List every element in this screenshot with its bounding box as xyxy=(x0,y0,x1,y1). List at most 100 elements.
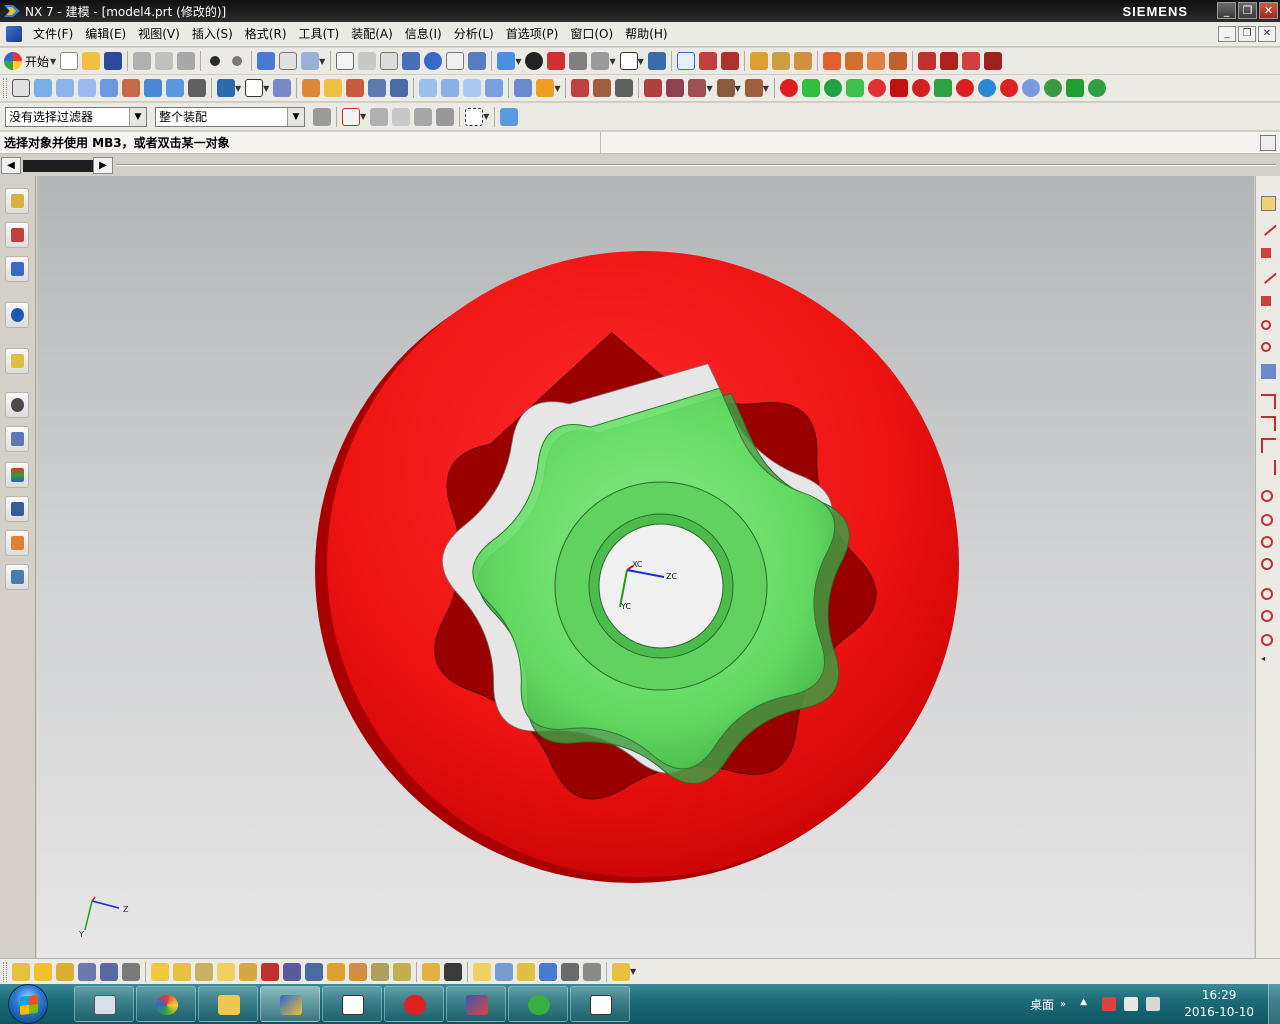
tab-scroll-right-icon[interactable]: ▶ xyxy=(93,157,113,174)
menu-analysis[interactable]: 分析(L) xyxy=(448,22,500,47)
model-canvas[interactable]: XC ZC YC Z Y xyxy=(37,176,1254,958)
chevron-down-icon[interactable]: ▼ xyxy=(735,84,741,93)
green-target-icon[interactable] xyxy=(1087,79,1106,97)
copy-icon[interactable] xyxy=(155,52,174,70)
sketch-task-icon[interactable] xyxy=(1261,196,1276,211)
menu-edit[interactable]: 编辑(E) xyxy=(79,22,132,47)
zoom-icon[interactable] xyxy=(358,52,377,70)
doc-close-button[interactable]: ✕ xyxy=(1258,26,1276,42)
taskbar-paint[interactable] xyxy=(136,986,196,1022)
sew-icon[interactable] xyxy=(485,79,504,97)
offset-curve-icon[interactable] xyxy=(716,79,735,97)
angle-icon[interactable] xyxy=(771,52,790,70)
chevron-down-icon[interactable]: ▼ xyxy=(263,84,269,93)
sequence-playback-icon[interactable] xyxy=(583,962,601,981)
edge-blend-icon[interactable] xyxy=(302,79,321,97)
product-outline-icon[interactable] xyxy=(495,962,513,981)
taskbar-explorer[interactable] xyxy=(198,986,258,1022)
zone-icon[interactable] xyxy=(517,962,535,981)
show-desktop-button[interactable] xyxy=(1268,984,1280,1024)
cut-icon[interactable] xyxy=(133,52,152,70)
chamfer-icon[interactable] xyxy=(324,79,343,97)
red-green-icon[interactable] xyxy=(999,79,1018,97)
mirror-icon[interactable] xyxy=(390,79,409,97)
minimize-button[interactable]: _ xyxy=(1217,2,1236,19)
shell-icon[interactable] xyxy=(346,79,365,97)
ellipse-icon[interactable] xyxy=(1261,588,1273,600)
extrude-icon[interactable] xyxy=(34,79,52,97)
wireframe-icon[interactable] xyxy=(569,52,588,70)
remember-constraints-icon[interactable] xyxy=(217,962,235,981)
deselect-icon[interactable] xyxy=(370,107,389,126)
project-curve-icon[interactable] xyxy=(644,79,663,97)
toolbar-grip[interactable] xyxy=(3,78,7,98)
desktop-toolbar-label[interactable]: 桌面 xyxy=(1030,996,1054,1013)
pocket-icon[interactable] xyxy=(144,79,162,97)
taskbar-nx[interactable] xyxy=(260,986,320,1022)
more-tools-icon[interactable]: ◂ xyxy=(1261,654,1276,669)
revolve-icon[interactable] xyxy=(56,79,74,97)
join-curve-icon[interactable] xyxy=(744,79,763,97)
orient-view-icon[interactable] xyxy=(497,52,516,70)
split-icon[interactable] xyxy=(961,52,980,70)
tangent-circle-icon[interactable] xyxy=(1261,342,1271,352)
network-icon[interactable] xyxy=(1124,997,1139,1011)
green-star-icon[interactable] xyxy=(1043,79,1062,97)
doc-minimize-button[interactable]: _ xyxy=(1218,26,1236,42)
check-clearance-icon[interactable] xyxy=(283,962,301,981)
trim-corner-icon[interactable] xyxy=(1261,438,1276,453)
select-bodies-icon[interactable] xyxy=(436,107,455,126)
assembly-navigator-button[interactable] xyxy=(5,188,29,214)
helix-icon[interactable] xyxy=(1261,634,1273,646)
point-circle-icon[interactable] xyxy=(1261,490,1273,502)
box-icon[interactable] xyxy=(822,52,841,70)
through-curves-icon[interactable] xyxy=(441,79,460,97)
chevron-down-icon[interactable]: ▼ xyxy=(630,967,636,976)
sphere-icon[interactable] xyxy=(888,52,907,70)
intersect-curve-icon[interactable] xyxy=(666,79,685,97)
deformable-icon[interactable] xyxy=(393,962,411,981)
constraint-navigator-button[interactable] xyxy=(5,222,29,248)
boss-icon[interactable] xyxy=(122,79,140,97)
menu-tools[interactable]: 工具(T) xyxy=(293,22,346,47)
parallel-line-icon[interactable] xyxy=(1260,268,1277,284)
taskbar-ggg[interactable] xyxy=(322,986,382,1022)
radius-circle-icon[interactable] xyxy=(1261,536,1273,548)
extend-icon[interactable] xyxy=(939,52,958,70)
diameter-circle-icon[interactable] xyxy=(1261,558,1273,570)
undo-icon[interactable] xyxy=(210,56,221,66)
menu-format[interactable]: 格式(R) xyxy=(239,22,293,47)
reposition-icon[interactable] xyxy=(100,962,118,981)
split-curve-icon[interactable] xyxy=(1261,460,1276,475)
perspective-icon[interactable] xyxy=(468,52,487,70)
chevron-down-icon[interactable]: ▼ xyxy=(763,84,769,93)
component-group-icon[interactable] xyxy=(539,962,557,981)
pan-icon[interactable] xyxy=(446,52,465,70)
wave-link-icon[interactable] xyxy=(371,962,389,981)
roles-button[interactable] xyxy=(5,530,29,556)
visualization-icon[interactable] xyxy=(647,52,666,70)
show-constraints-icon[interactable] xyxy=(195,962,213,981)
assembly-constraints-icon[interactable] xyxy=(173,962,191,981)
taskbar-g-app[interactable] xyxy=(384,986,444,1022)
red-torus-icon[interactable] xyxy=(911,79,930,97)
menu-insert[interactable]: 插入(S) xyxy=(186,22,239,47)
hole-icon[interactable] xyxy=(100,79,118,97)
chevron-down-icon[interactable]: ▼ xyxy=(287,107,304,126)
document-menu-icon[interactable] xyxy=(6,26,22,42)
shaded-icon[interactable] xyxy=(547,52,566,70)
rectangle-select-icon[interactable] xyxy=(465,107,484,126)
chevron-down-icon[interactable]: ▼ xyxy=(609,57,615,66)
clock[interactable]: 16:29 2016-10-10 xyxy=(1184,987,1254,1021)
select-faces-icon[interactable] xyxy=(392,107,411,126)
pattern-icon[interactable] xyxy=(368,79,387,97)
mirror-assembly-icon[interactable] xyxy=(261,962,279,981)
show-hidden-icons-icon[interactable]: ▲ xyxy=(1080,997,1094,1011)
chevron-down-icon[interactable]: ▼ xyxy=(235,84,241,93)
manufacturing-wizards-button[interactable] xyxy=(5,496,29,522)
process-studio-button[interactable] xyxy=(5,462,29,488)
copy-display-icon[interactable] xyxy=(279,52,298,70)
snap-settings-icon[interactable] xyxy=(342,107,360,126)
part-navigator-button[interactable] xyxy=(5,256,29,282)
measure-icon[interactable] xyxy=(749,52,768,70)
